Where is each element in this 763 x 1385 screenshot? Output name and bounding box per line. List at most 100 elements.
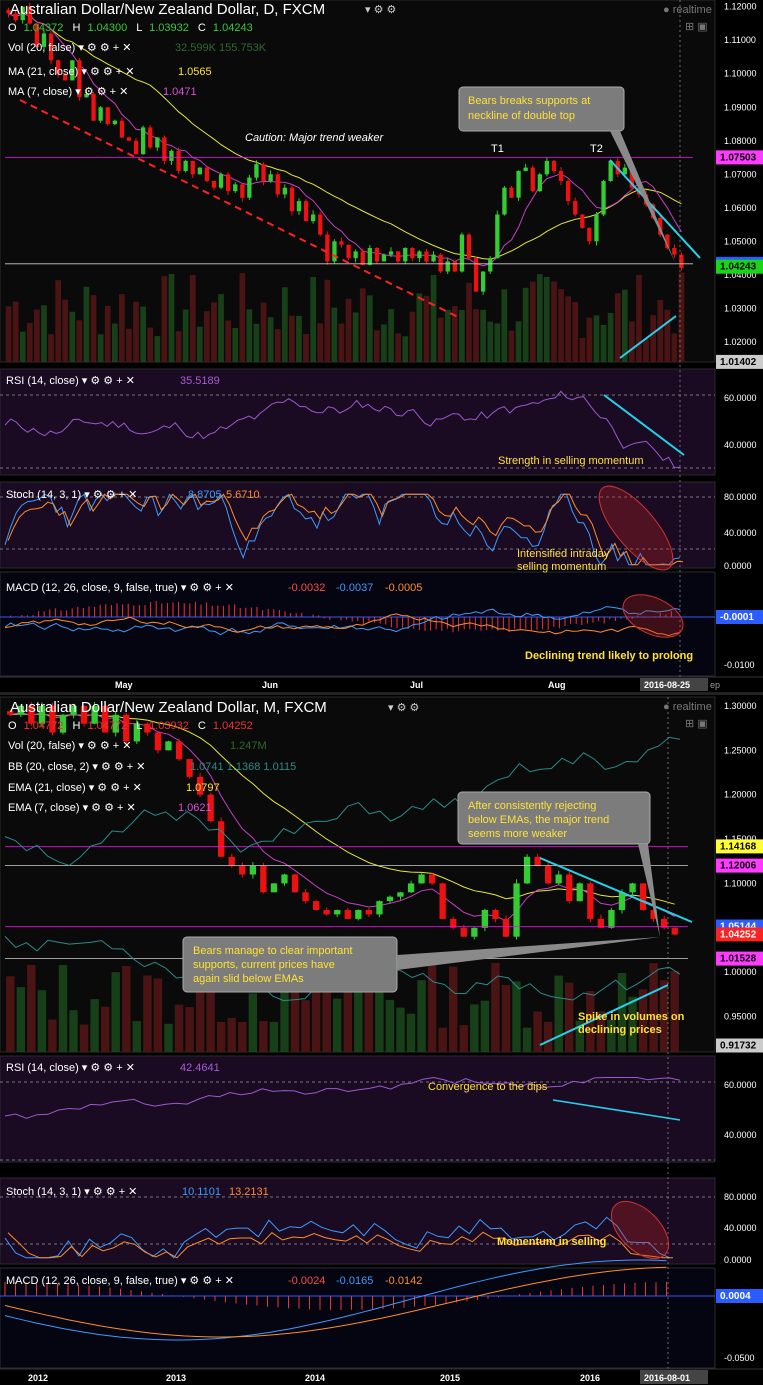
monthly-candle-body	[376, 901, 383, 915]
daily-volume-bar	[636, 274, 642, 362]
monthly-volume-bar	[69, 1010, 78, 1052]
daily-stoch-k: 8.8705	[188, 489, 222, 501]
monthly-x-tick-2012: 2012	[28, 1373, 48, 1383]
daily-volume-bar	[558, 289, 564, 362]
daily-candle-body	[268, 174, 273, 181]
monthly-candle-body	[639, 883, 647, 910]
daily-rsi-label[interactable]: RSI (14, close) ▾ ⚙ ⚙ + ✕	[6, 375, 135, 387]
daily-candle-body	[289, 187, 295, 212]
daily-volume-bar	[678, 272, 685, 362]
daily-stoch-d: 5.6710	[226, 489, 260, 501]
daily-ma7-label[interactable]: MA (7, close) ▾ ⚙ ⚙ + ✕	[8, 86, 128, 98]
daily-macd-v2: -0.0037	[336, 582, 373, 594]
daily-volume-bar	[593, 315, 600, 362]
monthly-bb-values: 1.0741 1.1368 1.0115	[190, 761, 296, 773]
daily-candle-body	[318, 214, 323, 235]
daily-macd-label[interactable]: MACD (12, 26, close, 9, false, true) ▾ ⚙…	[6, 582, 234, 594]
daily-volume-bar	[381, 324, 387, 362]
monthly-callout-top-2: below EMAs, the major trend	[468, 814, 609, 826]
daily-volume-bar	[388, 309, 394, 362]
monthly-volume-bar	[90, 999, 99, 1052]
daily-rsi-note: Strength in selling momentum	[498, 455, 644, 467]
daily-candle-body	[325, 234, 330, 262]
caution-note: Caution: Major trend weaker	[245, 132, 385, 144]
monthly-callout-bottom-2: supports, current prices have	[193, 959, 335, 971]
monthly-macd-tag: 0.0004	[720, 1291, 751, 1302]
daily-candle-body	[275, 174, 280, 195]
daily-candle-body	[119, 120, 125, 138]
daily-candle-body	[346, 244, 351, 259]
daily-volume-bar	[5, 306, 12, 362]
daily-rsi-tick: 60.0000	[724, 393, 757, 403]
daily-callout-line2: neckline of double top	[468, 110, 575, 122]
monthly-volume-bar	[459, 1025, 468, 1052]
monthly-candle-body	[260, 865, 267, 893]
daily-candle-body	[126, 137, 132, 141]
monthly-volume-bar	[27, 964, 36, 1052]
daily-volume-bar	[296, 315, 302, 362]
monthly-candle-body	[671, 927, 678, 935]
daily-volume-bar	[657, 300, 664, 362]
symbol-dropdown-icon[interactable]: ▾ ⚙ ⚙	[365, 4, 396, 16]
daily-candle-body	[424, 251, 429, 262]
daily-volume-values: 32.599K 155.753K	[175, 42, 267, 54]
daily-rsi-value: 35.5189	[180, 375, 220, 387]
daily-candle-body	[495, 214, 500, 259]
daily-volume-bar	[529, 281, 536, 362]
monthly-candle-body	[175, 741, 183, 760]
daily-stoch-label[interactable]: Stoch (14, 3, 1) ▾ ⚙ ⚙ + ✕	[6, 489, 137, 501]
daily-candle-body	[537, 174, 542, 192]
monthly-price-tick: 1.10000	[724, 878, 757, 888]
monthly-volume-bar	[438, 1027, 447, 1052]
monthly-stoch-label[interactable]: Stoch (14, 3, 1) ▾ ⚙ ⚙ + ✕	[6, 1186, 137, 1198]
daily-volume-bar	[324, 279, 331, 362]
monthly-candle-body	[270, 883, 278, 893]
daily-volume-bar	[466, 282, 472, 362]
daily-volume-bar	[239, 273, 246, 362]
monthly-volume-label[interactable]: Vol (20, false) ▾ ⚙ ⚙ + ✕	[8, 740, 131, 752]
daily-price-tick: 1.11000	[724, 35, 756, 45]
monthly-ema21-label[interactable]: EMA (21, close) ▾ ⚙ ⚙ + ✕	[8, 782, 142, 794]
daily-candle-body	[452, 261, 457, 272]
daily-candle-body	[502, 187, 507, 215]
monthly-candle-body	[513, 883, 520, 937]
daily-volume-bar	[303, 334, 309, 362]
monthly-macd-label[interactable]: MACD (12, 26, close, 9, false, true) ▾ ⚙…	[6, 1275, 234, 1287]
monthly-symbol-dropdown-icon[interactable]: ▾ ⚙ ⚙	[388, 702, 419, 714]
daily-volume-bar	[12, 301, 19, 362]
monthly-volume-bar	[195, 985, 205, 1052]
daily-candle-body	[551, 160, 557, 171]
monthly-stoch-note: Momentum in selling	[497, 1236, 606, 1248]
daily-price-tick: 1.06000	[724, 203, 757, 213]
daily-macd-tick: -0.0100	[724, 660, 755, 670]
daily-candle-body	[523, 167, 528, 171]
monthly-candle-body	[629, 883, 636, 893]
daily-candle-body	[141, 127, 146, 155]
monthly-candle-body	[249, 865, 256, 875]
monthly-price-tick: 0.95000	[724, 1012, 757, 1022]
monthly-ema7-label[interactable]: EMA (7, close) ▾ ⚙ ⚙ + ✕	[8, 802, 136, 814]
daily-volume-bar	[83, 286, 90, 362]
monthly-candle-body	[302, 892, 309, 902]
daily-candle-body	[594, 214, 599, 242]
monthly-candle-body	[555, 874, 562, 884]
t1-label: T1	[491, 143, 504, 155]
monthly-rsi-label[interactable]: RSI (14, close) ▾ ⚙ ⚙ + ✕	[6, 1062, 135, 1074]
monthly-window-controls-icon[interactable]: ⊞ ▣	[685, 718, 708, 730]
daily-volume-bar	[416, 293, 423, 362]
monthly-callout-bottom-3: again slid below EMAs	[193, 973, 304, 985]
daily-volume-label[interactable]: Vol (20, false) ▾ ⚙ ⚙ + ✕	[8, 42, 131, 54]
monthly-candle-body	[291, 874, 299, 893]
window-controls-icon[interactable]: ⊞ ▣	[685, 21, 708, 33]
monthly-volume-bar	[132, 1021, 141, 1052]
daily-candle-body	[417, 251, 422, 259]
daily-x-current: 2016-08-25	[644, 680, 690, 690]
monthly-bb-label[interactable]: BB (20, close, 2) ▾ ⚙ ⚙ + ✕	[8, 761, 146, 773]
daily-volume-bar	[579, 337, 586, 362]
daily-volume-bar	[459, 309, 465, 362]
monthly-callout-top-3: seems more weaker	[468, 828, 567, 840]
chart-canvas: Australian Dollar/New Zealand Dollar, D,…	[0, 0, 763, 1385]
monthly-candle-body	[154, 732, 162, 751]
monthly-x-tick-2013: 2013	[166, 1373, 186, 1383]
daily-ma21-label[interactable]: MA (21, close) ▾ ⚙ ⚙ + ✕	[8, 66, 134, 78]
